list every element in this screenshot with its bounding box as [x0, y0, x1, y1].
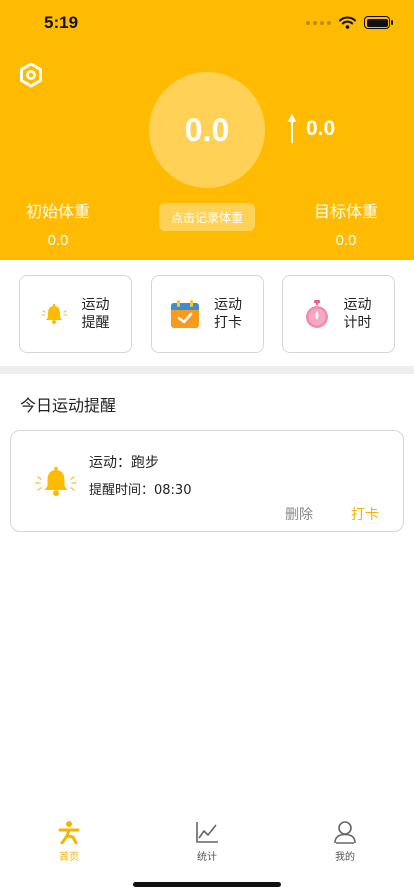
initial-weight-value: 0.0: [47, 232, 69, 249]
record-weight-button[interactable]: 点击记录体重: [159, 203, 255, 231]
today-reminder-title: 今日运动提醒: [20, 396, 117, 415]
tab-label: 首页: [59, 852, 79, 863]
section-divider: [0, 366, 414, 374]
cellular-dots-icon: [306, 20, 331, 25]
reminder-time: 提醒时间：08:30: [89, 483, 192, 498]
reminder-card: 运动：跑步 提醒时间：08:30 删除 打卡: [10, 430, 404, 532]
target-weight-label: 目标体重: [313, 202, 378, 221]
settings-icon[interactable]: [18, 62, 44, 88]
bell-icon: [40, 303, 67, 324]
action-exercise-reminder[interactable]: 运动提醒: [19, 275, 132, 353]
initial-weight: 初始体重 0.0: [14, 198, 102, 249]
tab-label: 统计: [197, 852, 217, 863]
tab-statistics[interactable]: 统计: [138, 820, 276, 870]
user-icon: [334, 821, 356, 844]
bell-icon: [35, 466, 77, 496]
action-exercise-timer[interactable]: 运动计时: [282, 275, 395, 353]
quick-actions: 运动提醒 运动打卡 运动计时: [19, 275, 395, 353]
checkin-button[interactable]: 打卡: [351, 504, 379, 524]
current-weight-value: 0.0: [184, 111, 230, 148]
status-bar: 5:19: [0, 0, 414, 46]
action-label: 运动计时: [343, 297, 372, 331]
reminder-sport: 运动：跑步: [89, 455, 159, 471]
current-weight-circle: 0.0: [149, 72, 265, 188]
action-label: 运动提醒: [81, 297, 110, 331]
arrow-up-icon: [287, 114, 297, 143]
wifi-icon: [339, 16, 356, 29]
target-weight-value: 0.0: [335, 232, 357, 249]
home-indicator: [133, 882, 281, 887]
battery-icon: [364, 16, 393, 29]
weight-change-value: 0.0: [306, 117, 336, 140]
stopwatch-icon: [305, 300, 328, 328]
calendar-check-icon: [171, 300, 199, 328]
tab-mine[interactable]: 我的: [276, 820, 414, 870]
delete-button[interactable]: 删除: [285, 504, 313, 524]
action-exercise-checkin[interactable]: 运动打卡: [150, 275, 264, 353]
status-time: 5:19: [44, 13, 79, 32]
tab-label: 我的: [335, 852, 355, 863]
initial-weight-label: 初始体重: [25, 202, 90, 221]
tab-bar: 首页 统计 我的: [0, 820, 414, 870]
line-chart-icon: [196, 822, 218, 843]
tab-home[interactable]: 首页: [0, 820, 138, 870]
exercise-person-icon: [58, 821, 80, 844]
target-weight: 目标体重 0.0: [302, 198, 390, 249]
weight-change: 0.0: [286, 114, 335, 144]
action-label: 运动打卡: [214, 297, 242, 331]
